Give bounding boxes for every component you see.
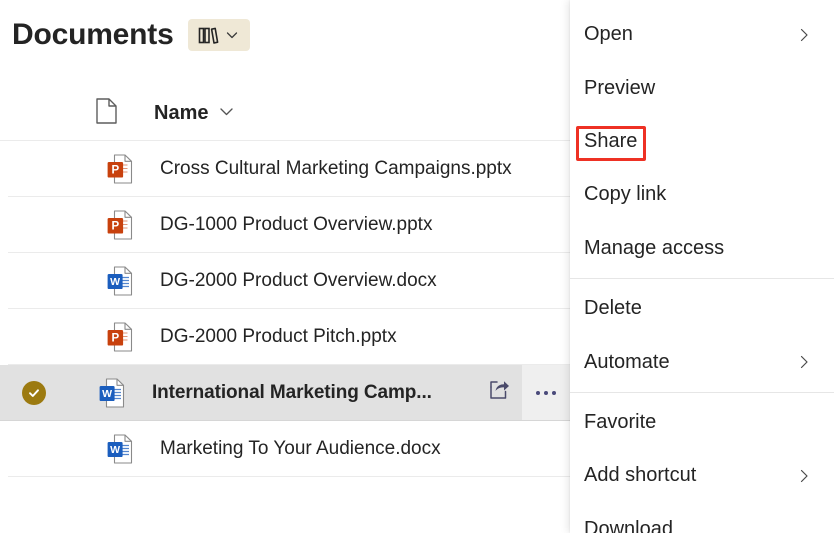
file-row[interactable]: W DG-2000 Product Overview.docx: [8, 253, 570, 309]
more-options-button[interactable]: [522, 365, 570, 420]
menu-divider: [570, 391, 834, 393]
menu-item-open[interactable]: Open: [570, 8, 834, 61]
row-select-checkbox[interactable]: [8, 380, 60, 405]
row-actions: [476, 365, 570, 420]
menu-item-delete[interactable]: Delete: [570, 282, 834, 335]
name-column-header[interactable]: Name: [146, 102, 235, 125]
file-name-link[interactable]: Cross Cultural Marketing Campaigns.pptx: [142, 158, 570, 180]
menu-item-share[interactable]: Share: [570, 115, 834, 168]
more-options-icon: [536, 390, 556, 395]
menu-item-download[interactable]: Download: [570, 503, 834, 533]
menu-item-label: Preview: [584, 76, 656, 99]
chevron-right-icon: [796, 354, 812, 370]
name-column-label: Name: [154, 102, 209, 124]
powerpoint-file-icon: P: [98, 321, 142, 352]
library-switcher-button[interactable]: [187, 19, 250, 51]
word-file-icon: W: [90, 377, 134, 408]
svg-text:P: P: [111, 220, 119, 232]
menu-item-label: Delete: [584, 297, 642, 320]
list-column-header: Name: [0, 87, 570, 141]
file-name-link[interactable]: DG-2000 Product Pitch.pptx: [142, 326, 570, 348]
menu-item-manage-access[interactable]: Manage access: [570, 222, 834, 275]
page-title: Documents: [12, 18, 174, 51]
file-row[interactable]: P DG-1000 Product Overview.pptx: [8, 197, 570, 253]
menu-item-label: Download: [584, 517, 673, 533]
file-name-link[interactable]: DG-1000 Product Overview.pptx: [142, 214, 570, 236]
chevron-down-icon: [225, 28, 239, 42]
menu-divider: [570, 277, 834, 279]
menu-item-label: Add shortcut: [584, 464, 697, 487]
chevron-down-icon: [218, 103, 235, 125]
powerpoint-file-icon: P: [98, 153, 142, 184]
document-icon: [96, 98, 117, 129]
file-name-link[interactable]: Marketing To Your Audience.docx: [142, 438, 570, 460]
file-row[interactable]: P Cross Cultural Marketing Campaigns.pptx: [8, 141, 570, 197]
file-type-column-header[interactable]: [0, 98, 146, 129]
svg-text:W: W: [110, 444, 120, 456]
checkmark-circle-icon: [22, 380, 46, 405]
menu-item-label: Share: [584, 129, 638, 152]
page-header: Documents: [0, 0, 570, 70]
menu-item-label: Favorite: [584, 410, 657, 433]
menu-item-label: Copy link: [584, 183, 667, 206]
svg-text:W: W: [110, 276, 120, 288]
menu-item-label: Open: [584, 23, 633, 46]
file-row[interactable]: P DG-2000 Product Pitch.pptx: [8, 309, 570, 365]
share-button[interactable]: [476, 365, 522, 420]
menu-item-automate[interactable]: Automate: [570, 335, 834, 388]
svg-text:W: W: [102, 388, 112, 400]
menu-item-preview[interactable]: Preview: [570, 61, 834, 114]
books-icon: [198, 26, 220, 45]
file-list: P Cross Cultural Marketing Campaigns.pptx…: [0, 141, 570, 477]
svg-text:P: P: [111, 332, 119, 344]
file-row[interactable]: W International Marketing Camp...: [0, 365, 570, 421]
file-name-link[interactable]: International Marketing Camp...: [134, 382, 476, 404]
svg-text:P: P: [111, 164, 119, 176]
share-icon: [487, 378, 511, 407]
context-menu: Open Preview Share Copy link Manage access De…: [570, 0, 834, 533]
word-file-icon: W: [98, 433, 142, 464]
chevron-right-icon: [796, 468, 812, 484]
chevron-right-icon: [796, 27, 812, 43]
file-row[interactable]: W Marketing To Your Audience.docx: [8, 421, 570, 477]
menu-item-add-shortcut[interactable]: Add shortcut: [570, 449, 834, 502]
menu-item-label: Manage access: [584, 236, 725, 259]
menu-item-favorite[interactable]: Favorite: [570, 396, 834, 449]
sharepoint-documents-screen: Documents Name P Cross Cultural Marketin…: [0, 0, 834, 533]
file-name-link[interactable]: DG-2000 Product Overview.docx: [142, 270, 570, 292]
word-file-icon: W: [98, 265, 142, 296]
powerpoint-file-icon: P: [98, 209, 142, 240]
menu-item-label: Automate: [584, 350, 670, 373]
menu-item-copy-link[interactable]: Copy link: [570, 168, 834, 221]
